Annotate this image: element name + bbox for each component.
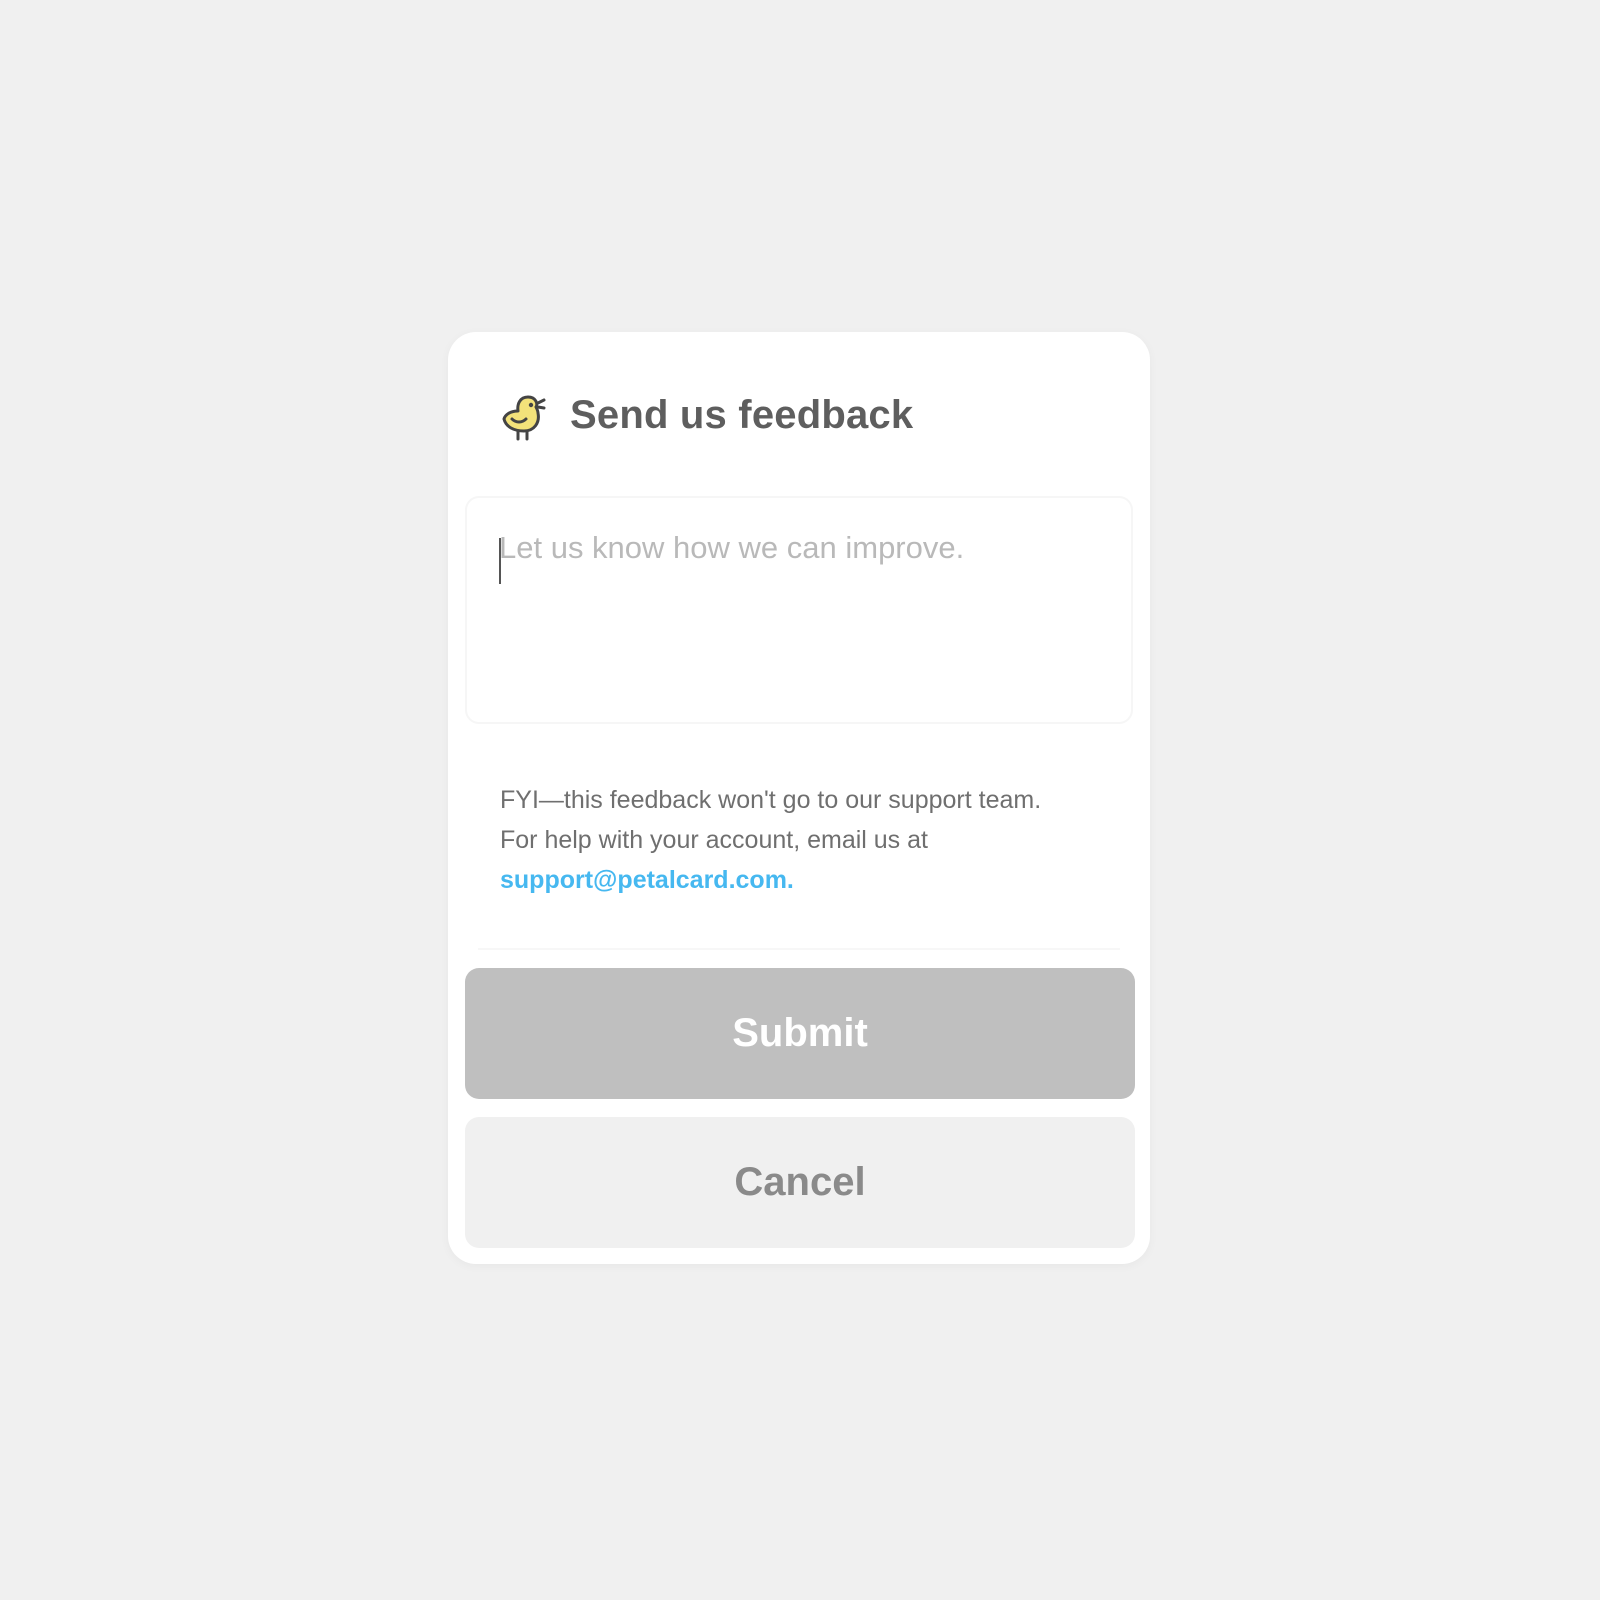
text-caret [499, 538, 501, 584]
submit-button[interactable]: Submit [465, 968, 1135, 1099]
feedback-modal: Send us feedback FYI—this feedback won't… [448, 332, 1150, 1264]
divider [478, 948, 1120, 950]
feedback-textarea[interactable] [499, 530, 1099, 690]
cancel-button[interactable]: Cancel [465, 1117, 1135, 1248]
support-email-link[interactable]: support@petalcard.com. [500, 866, 794, 894]
feedback-field-container [465, 496, 1133, 724]
modal-title: Send us feedback [570, 392, 914, 437]
bird-icon [500, 389, 550, 441]
info-line-2: For help with your account, email us at [500, 826, 928, 854]
modal-header: Send us feedback [500, 384, 913, 446]
support-info: FYI—this feedback won't go to our suppor… [500, 780, 1110, 900]
info-line-1: FYI—this feedback won't go to our suppor… [500, 786, 1042, 814]
